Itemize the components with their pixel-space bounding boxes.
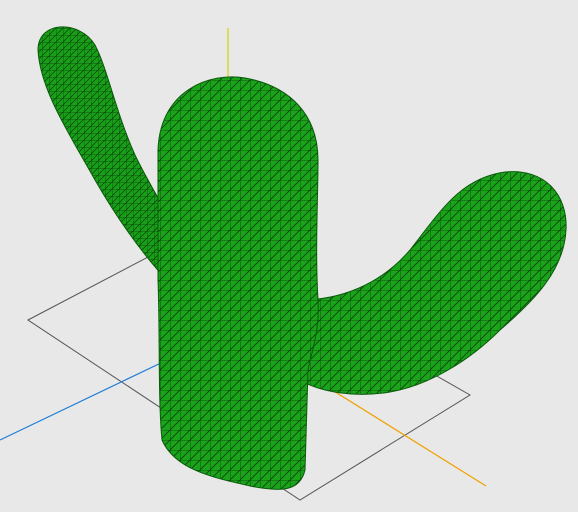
cactus-body — [157, 76, 319, 490]
left-arm — [37, 26, 171, 277]
3d-viewport[interactable] — [0, 0, 578, 512]
scene-canvas[interactable] — [0, 0, 578, 512]
right-arm — [299, 171, 567, 395]
